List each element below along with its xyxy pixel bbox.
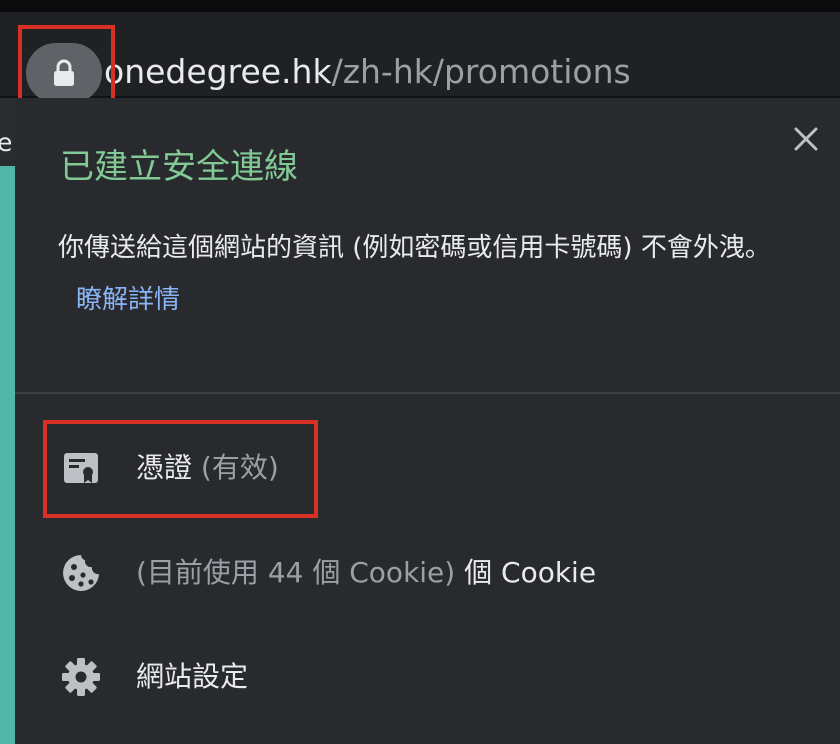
url-host: onedegree.hk bbox=[104, 52, 332, 91]
certificate-text: 憑證 bbox=[136, 451, 193, 484]
cookies-count-text: (目前使用 44 個 Cookie) bbox=[136, 556, 456, 589]
cookie-icon bbox=[59, 551, 103, 595]
certificate-row[interactable]: 憑證 (有效) bbox=[15, 428, 840, 508]
gear-icon bbox=[59, 655, 103, 699]
connection-secure-title: 已建立安全連線 bbox=[60, 147, 298, 187]
url-path: /zh-hk/promotions bbox=[331, 52, 631, 91]
certificate-label: 憑證 (有效) bbox=[136, 446, 279, 490]
site-settings-row[interactable]: 網站設定 bbox=[15, 637, 840, 717]
cookies-label: (目前使用 44 個 Cookie) 個 Cookie bbox=[136, 551, 596, 595]
site-settings-label: 網站設定 bbox=[136, 660, 249, 693]
certificate-icon bbox=[59, 446, 103, 490]
cookies-text: 個 Cookie bbox=[464, 556, 597, 589]
lock-icon bbox=[54, 59, 74, 86]
address-bar[interactable]: onedegree.hk/zh-hk/promotions bbox=[0, 12, 840, 103]
section-divider bbox=[15, 392, 840, 394]
page-edge-text: e bbox=[0, 128, 13, 157]
url-text[interactable]: onedegree.hk/zh-hk/promotions bbox=[104, 50, 631, 94]
browser-tab-strip bbox=[0, 0, 840, 12]
close-button[interactable] bbox=[788, 121, 824, 157]
description-text: 你傳送給這個網站的資訊 (例如密碼或信用卡號碼) 不會外洩。 bbox=[58, 233, 771, 263]
page-teal-banner bbox=[0, 166, 15, 744]
page-content-edge: e bbox=[0, 98, 15, 744]
close-icon bbox=[794, 127, 818, 151]
cookies-row[interactable]: (目前使用 44 個 Cookie) 個 Cookie bbox=[15, 533, 840, 613]
learn-more-link[interactable]: 瞭解詳情 bbox=[76, 285, 180, 315]
site-info-button[interactable] bbox=[26, 43, 102, 103]
certificate-status: (有效) bbox=[200, 451, 279, 484]
connection-description: 你傳送給這個網站的資訊 (例如密碼或信用卡號碼) 不會外洩。瞭解詳情 bbox=[58, 222, 798, 326]
